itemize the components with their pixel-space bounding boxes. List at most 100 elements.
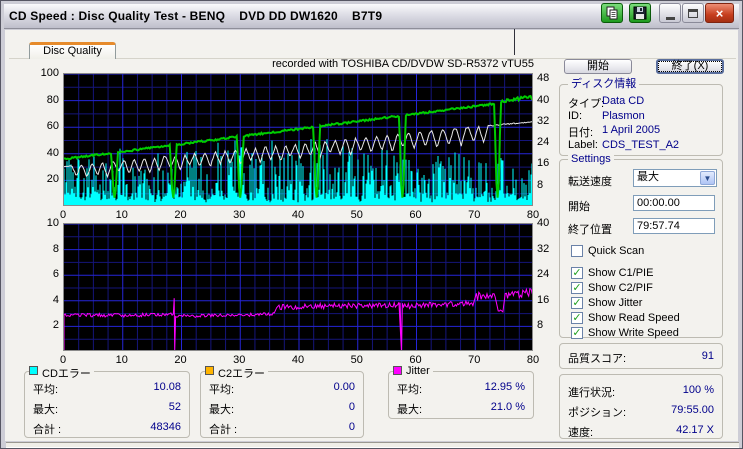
left-axis-tick: 80 [46,93,59,106]
speed-combobox[interactable]: 最大 ▼ [633,169,717,187]
tab-label: Disc Quality [43,45,102,57]
stat-value: 21.0 % [490,401,525,413]
stat-value: 0 [348,421,355,433]
copy-icon-button[interactable] [601,3,623,23]
x-axis-tick: 20 [174,354,187,366]
checkbox-label: Show Write Speed [588,327,679,339]
left-axis-tick: 8 [52,242,59,255]
close-button[interactable]: × [705,3,734,23]
stat-value: 48346 [150,421,181,433]
end-pos-input[interactable]: 79:57.74 [633,218,715,234]
left-axis-tick: 100 [40,67,59,79]
series-color-swatch [393,366,402,375]
maximize-icon [688,8,698,18]
left-axis-tick: 60 [46,120,59,133]
right-axis-tick: 48 [537,72,550,85]
quality-score-box: 品質スコア: 91 [559,343,723,369]
quality-score-label: 品質スコア: [568,353,627,365]
quality-chart: 100 80 60 40 20 48 40 32 24 16 8 0 10 20 30 40 50 60 70 80 [41,67,550,221]
left-axis-tick: 20 [46,173,59,186]
speed-label: 転送速度 [568,176,612,188]
c2-stats-box: C2エラー 平均: 0.00 最大: 0 合計 : 0 [200,365,364,438]
stat-value: 0 [348,401,355,413]
stat-label: 平均: [33,384,59,396]
unchecked-checkbox-icon[interactable] [571,245,583,257]
stat-label: 最大: [397,404,423,416]
progress-label: 速度: [568,427,594,439]
minimize-button[interactable] [659,3,681,23]
checked-checkbox-icon[interactable]: ✓ [571,312,583,324]
checked-checkbox-icon[interactable]: ✓ [571,327,583,339]
chart-title: recorded with TOSHIBA CD/DVDW SD-R5372 v… [272,58,534,70]
maximize-button[interactable] [682,3,704,23]
floppy-disk-icon [633,6,647,20]
settings-title: Settings [568,153,614,166]
x-axis-tick: 50 [350,209,363,221]
exit-button[interactable]: 終了(X) [656,59,724,74]
checkbox-label: Show Jitter [588,297,643,309]
start-pos-label: 開始 [568,201,590,213]
stat-label: 最大: [33,404,59,416]
series-name: Jitter [406,365,430,377]
stat-label: 合計 : [33,424,62,436]
jitter-chart: 10 8 6 4 2 40 32 24 16 8 0 10 20 30 40 50 60 70 80 [47,217,550,366]
left-axis-tick: 4 [52,293,59,306]
x-axis-tick: 70 [468,209,481,221]
progress-label: ポジション: [568,407,627,419]
quality-score-value: 91 [701,350,714,362]
start-pos-input[interactable]: 00:00.00 [633,195,715,211]
disc-info-value: Data CD [602,95,645,107]
legend-title: C2エラー [205,365,269,381]
stat-label: 最大: [209,404,235,416]
disc-info-label: Label: [568,138,598,151]
close-icon: × [715,5,724,21]
checkbox-label: Show Read Speed [588,312,680,324]
chevron-down-icon[interactable]: ▼ [700,171,715,185]
left-axis-tick: 10 [46,217,59,229]
stat-value: 52 [168,401,181,413]
app-window: CD Speed : Disc Quality Test - BENQ DVD … [0,0,743,449]
stat-value: 10.08 [153,381,181,393]
disc-info-value: CDS_TEST_A2 [602,138,680,151]
checkbox-label: Quick Scan [588,245,645,257]
series-color-swatch [205,366,214,375]
end-pos-label: 終了位置 [568,224,612,236]
x-axis-tick: 20 [174,209,187,221]
series-color-swatch [29,366,38,375]
tab-disc-quality[interactable]: Disc Quality [29,42,116,59]
progress-value: 42.17 X [676,424,714,436]
stat-label: 平均: [397,384,423,396]
separator-line [514,29,515,55]
checked-checkbox-icon[interactable]: ✓ [571,282,583,294]
checkbox-label: Show C2/PIF [588,282,653,294]
progress-value: 79:55.00 [671,404,714,416]
disc-info-group: ディスク情報 タイプ: Data CD ID: Plasmon 日付: 1 April 2… [559,78,723,156]
disc-info-label: ID: [568,109,583,122]
x-axis-tick: 40 [291,354,305,366]
progress-value: 100 % [682,384,714,396]
start-button[interactable]: 開始 [564,59,632,74]
left-axis-tick: 40 [46,146,59,159]
status-bar [6,442,739,448]
x-axis-tick: 60 [409,209,422,221]
stat-value: 12.95 % [484,381,525,393]
jitter-stats-box: Jitter 平均: 12.95 % 最大: 21.0 % [388,365,534,419]
left-axis-tick: 2 [52,319,59,332]
x-axis-tick: 10 [115,354,128,366]
stat-value: 0.00 [333,381,355,393]
legend-title: CDエラー [29,365,94,381]
legend-title: Jitter [393,365,433,377]
settings-group: Settings 転送速度 最大 ▼ 開始 00:00.00 終了位置 79:5… [559,153,723,339]
speed-value: 最大 [637,171,659,183]
x-axis-tick: 80 [526,354,540,366]
x-axis-tick: 10 [115,209,128,221]
x-axis-tick: 50 [350,354,363,366]
checked-checkbox-icon[interactable]: ✓ [571,267,583,279]
disc-info-value: 1 April 2005 [602,124,661,136]
checked-checkbox-icon[interactable]: ✓ [571,297,583,309]
copy-pages-icon [606,6,618,20]
disc-info-value: Plasmon [602,109,645,122]
series-name: CDエラー [42,368,91,380]
series-name: C2エラー [218,368,266,380]
save-icon-button[interactable] [629,3,651,23]
